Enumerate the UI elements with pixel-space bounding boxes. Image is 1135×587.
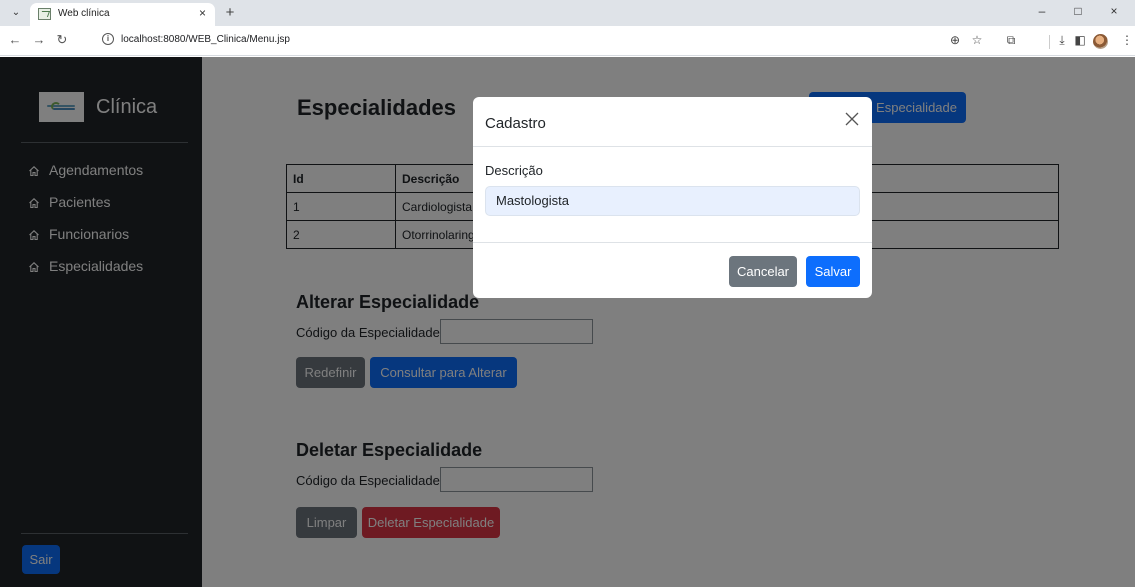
reload-icon[interactable]: ↻ [54,32,70,48]
tab-search-chevron-icon[interactable]: ⌄ [8,5,24,21]
maximize-button[interactable]: □ [1068,4,1088,18]
browser-tab[interactable]: Web clínica × [30,3,215,26]
window-close-button[interactable]: × [1104,4,1124,18]
back-arrow-icon[interactable]: ← [7,32,23,47]
description-input[interactable]: Mastologista [485,186,860,216]
minimize-button[interactable]: – [1032,4,1052,18]
favicon-icon [38,8,51,20]
modal-title: Cadastro [485,115,546,132]
cadastro-modal: Cadastro Descrição Mastologista Cancelar… [473,97,872,298]
side-panel-icon[interactable]: ◧ [1072,33,1088,47]
extensions-icon[interactable]: ⧉ [1003,33,1019,48]
download-icon[interactable]: ⤓ [1054,33,1070,48]
bookmark-star-icon[interactable]: ☆ [969,33,985,47]
close-icon[interactable] [845,110,859,130]
forward-arrow-icon[interactable]: → [31,32,47,47]
zoom-icon[interactable]: ⊕ [947,33,963,47]
tab-title: Web clínica [58,8,110,19]
site-info-icon[interactable]: i [102,33,114,45]
cancel-button[interactable]: Cancelar [729,256,797,287]
modal-header-divider [473,146,872,147]
save-button[interactable]: Salvar [806,256,860,287]
modal-footer-divider [473,242,872,243]
tab-close-icon[interactable]: × [199,6,206,20]
toolbar-divider [1049,35,1050,49]
profile-avatar[interactable] [1093,34,1108,49]
new-tab-button[interactable]: + [221,4,239,22]
menu-kebab-icon[interactable]: ⋮ [1119,33,1135,47]
description-label: Descrição [485,163,543,178]
address-bar: ← → ↻ i localhost:8080/WEB_Clinica/Menu.… [0,26,1135,56]
url-field[interactable]: localhost:8080/WEB_Clinica/Menu.jsp [121,34,290,45]
browser-tab-bar: ⌄ Web clínica × + – □ × [0,0,1135,26]
